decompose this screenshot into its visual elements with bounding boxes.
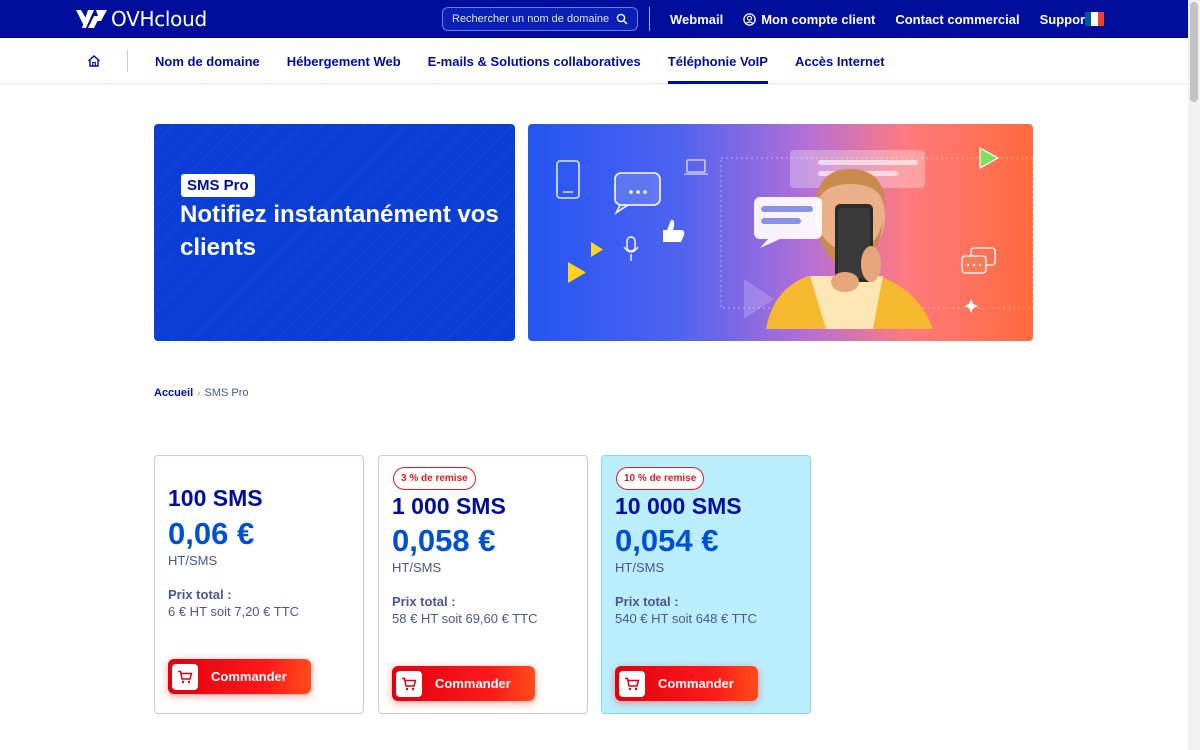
scrollbar-thumb[interactable] [1190, 2, 1198, 102]
play-icon-small [591, 242, 603, 257]
cart-icon [619, 670, 645, 697]
breadcrumb-separator-icon: › [197, 387, 201, 399]
offer-total-label: Prix total : [168, 587, 232, 602]
offer-price: 0,054 € [615, 523, 719, 558]
play-icon [568, 262, 586, 283]
offer-total-value: 540 € HT soit 648 € TTC [615, 611, 757, 626]
top-bar: OVHcloud Rechercher un nom de domaine We… [0, 0, 1188, 38]
nav-divider [127, 50, 128, 72]
offer-total-label: Prix total : [392, 594, 456, 609]
play-outline-icon [744, 279, 774, 319]
order-button[interactable]: Commander [392, 666, 535, 701]
offer-price: 0,058 € [392, 523, 496, 558]
offer-card-1000: 3 % de remise 1 000 SMS 0,058 € HT/SMS P… [378, 455, 588, 714]
sparkle-icon [964, 299, 978, 313]
offer-unit: HT/SMS [392, 560, 442, 575]
offer-total-label: Prix total : [615, 594, 679, 609]
main-nav: Nom de domaine Hébergement Web E-mails &… [0, 38, 1188, 84]
breadcrumb: Accueil › SMS Pro [154, 387, 249, 399]
offer-quantity: 100 SMS [168, 485, 263, 511]
search-placeholder: Rechercher un nom de domaine [452, 13, 610, 25]
support-link[interactable]: Support [1040, 12, 1090, 27]
home-icon[interactable] [87, 54, 101, 68]
offer-card-100: 100 SMS 0,06 € HT/SMS Prix total : 6 € H… [154, 455, 364, 714]
ovh-logo-icon [76, 10, 107, 28]
account-link[interactable]: Mon compte client [743, 12, 875, 27]
order-button-label: Commander [658, 676, 734, 691]
offer-total-value: 58 € HT soit 69,60 € TTC [392, 611, 538, 626]
hero-badge: SMS Pro [181, 174, 255, 197]
offer-price: 0,06 € [168, 516, 255, 551]
hero-illustration-svg [556, 146, 1033, 329]
nav-item-internet[interactable]: Accès Internet [795, 38, 885, 84]
order-button-label: Commander [211, 669, 287, 684]
breadcrumb-home-link[interactable]: Accueil [154, 387, 193, 399]
webmail-link[interactable]: Webmail [670, 12, 723, 27]
offer-unit: HT/SMS [615, 560, 665, 575]
thumbs-up-icon [663, 219, 685, 242]
nav-item-web-hosting[interactable]: Hébergement Web [287, 38, 401, 84]
chat-bubbles-icon [961, 247, 996, 274]
nav-item-domain[interactable]: Nom de domaine [155, 38, 260, 84]
offer-card-10000: 10 % de remise 10 000 SMS 0,054 € HT/SMS… [601, 455, 811, 714]
chat-bubble-icon [614, 172, 661, 216]
person-illustration [754, 150, 933, 329]
discount-badge: 10 % de remise [616, 467, 705, 490]
play-icon-green [979, 146, 1000, 170]
laptop-icon [684, 159, 708, 175]
ovhcloud-logo[interactable]: OVHcloud [74, 7, 207, 31]
offer-quantity: 1 000 SMS [392, 493, 506, 519]
phone-outline-icon [556, 160, 580, 199]
discount-badge: 3 % de remise [393, 467, 476, 490]
logo-text: OVHcloud [111, 7, 207, 31]
microphone-icon [623, 236, 639, 261]
hero-title: Notifiez instantanément vos clients [180, 201, 499, 261]
order-button[interactable]: Commander [615, 666, 758, 701]
page-scrollbar[interactable] [1188, 0, 1200, 750]
user-circle-icon [743, 12, 756, 26]
offer-total-value: 6 € HT soit 7,20 € TTC [168, 604, 300, 619]
domain-search-input[interactable]: Rechercher un nom de domaine [442, 7, 638, 31]
account-link-label: Mon compte client [761, 11, 876, 27]
cart-icon [396, 670, 422, 697]
search-icon[interactable] [616, 13, 628, 25]
nav-item-voip[interactable]: Téléphonie VoIP [667, 38, 769, 84]
contact-sales-link[interactable]: Contact commercial [895, 12, 1019, 27]
nav-items: Nom de domaine Hébergement Web E-mails &… [155, 38, 885, 84]
offer-unit: HT/SMS [168, 553, 218, 568]
hero-illustration [528, 124, 1033, 341]
nav-item-emails[interactable]: E-mails & Solutions collaboratives [428, 38, 641, 84]
france-flag-icon[interactable] [1085, 12, 1104, 26]
order-button[interactable]: Commander [168, 659, 311, 694]
header-links: Webmail Mon compte client Contact commer… [670, 0, 1089, 38]
offer-quantity: 10 000 SMS [615, 493, 742, 519]
cart-icon [172, 663, 198, 690]
breadcrumb-current: SMS Pro [204, 387, 249, 399]
order-button-label: Commander [435, 676, 511, 691]
header-divider [649, 7, 650, 31]
